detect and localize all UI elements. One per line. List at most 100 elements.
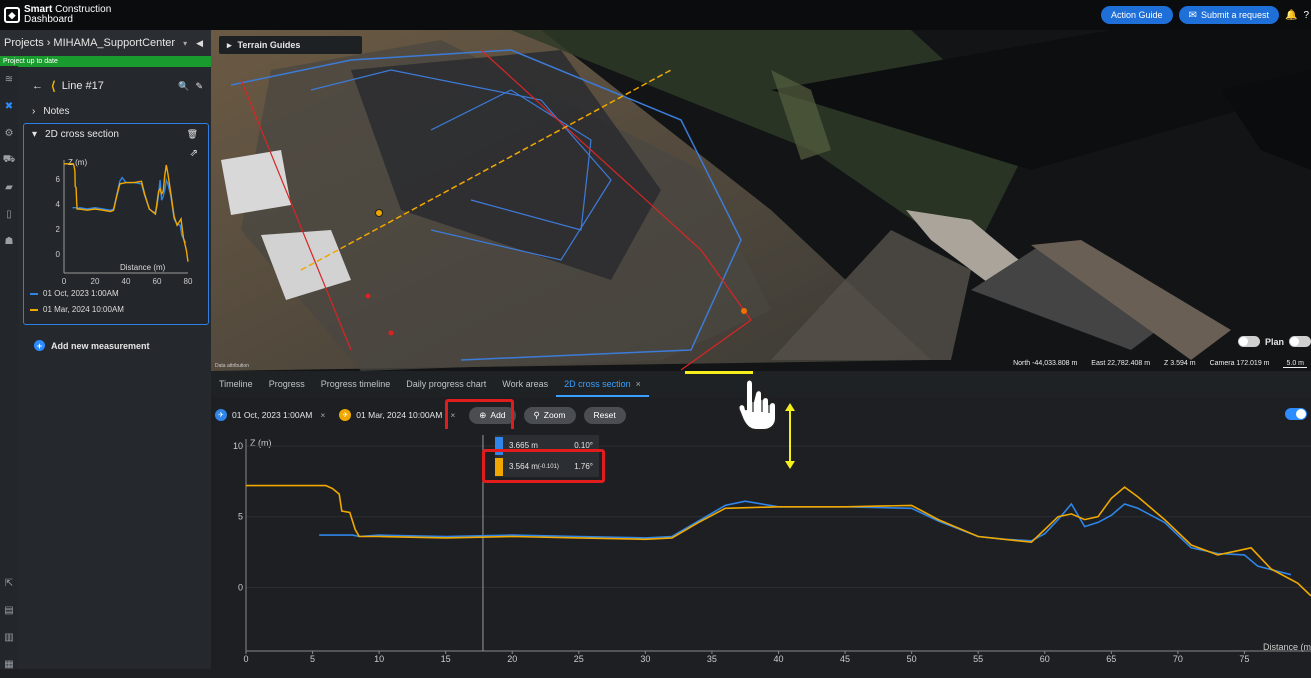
report-icon[interactable]: ▤ <box>0 597 18 624</box>
x-tick-label: 5 <box>310 654 315 664</box>
x-tick-label: 50 <box>907 654 917 664</box>
tab-2d-cross-section[interactable]: 2D cross section × <box>556 371 649 397</box>
x-tick-label: 20 <box>507 654 517 664</box>
chevron-right-icon: ▸ <box>227 39 232 50</box>
export-icon[interactable]: ▥ <box>0 624 18 651</box>
legend-swatch <box>30 308 38 311</box>
series-mar-2024-line <box>246 484 1311 597</box>
mini-series-mar-2024-line <box>64 163 189 262</box>
x-tick-label: 65 <box>1106 654 1116 664</box>
app-logo[interactable]: ◆ Smart Construction Dashboard <box>4 5 111 25</box>
y-tick-label: 5 <box>238 512 243 522</box>
submit-request-button[interactable]: ✉ Submit a request <box>1178 6 1279 24</box>
mini-cross-section-chart: Z (m) Distance (m) 6420 0 20 40 60 80 <box>56 158 193 286</box>
x-tick-label: 40 <box>773 654 783 664</box>
trash-icon[interactable]: 🗑 <box>187 129 198 140</box>
terrain-guides-button[interactable]: ▸ Terrain Guides <box>219 36 362 54</box>
left-icon-rail: ≋ ✖ ⚙ ⛟ ▰ ▯ ☗ ⇱ ▤ ▥ ▦ <box>0 66 18 670</box>
machine-icon[interactable]: ⛟ <box>0 147 18 174</box>
x-tick-label: 75 <box>1239 654 1249 664</box>
project-name[interactable]: MIHAMA_SupportCenter <box>53 37 175 49</box>
cross-section-chart[interactable]: Z (m) Distance (m 10 5 0 0 5 10 15 20 25 30 35 40 4… <box>211 429 1311 669</box>
hand-cursor-icon <box>737 378 777 431</box>
collapse-panel-icon[interactable]: ◀ <box>196 38 203 49</box>
breadcrumb-separator: › <box>46 37 51 49</box>
line-tool-icon: ⟨ <box>51 79 56 93</box>
plan-label: Plan <box>1264 336 1284 347</box>
device-icon[interactable]: ▯ <box>0 201 18 228</box>
logo-icon: ◆ <box>4 7 20 23</box>
mini-x-tick-label: 80 <box>184 277 193 286</box>
cross-section-plot: Z (m) Distance (m 1050 0 5 10 15 20 25 30 35 40 4… <box>233 435 1311 664</box>
tab-progress-timeline[interactable]: Progress timeline <box>313 371 399 397</box>
tab-work-areas[interactable]: Work areas <box>494 371 556 397</box>
data-attribution-link[interactable]: Data attribution <box>215 363 249 369</box>
search-icon[interactable]: 🔍 <box>178 81 189 92</box>
layers-icon[interactable]: ≋ <box>0 66 18 93</box>
y-tick-label: 10 <box>233 441 243 451</box>
mini-y-tick-label: 4 <box>56 200 61 209</box>
x-tick-label: 55 <box>973 654 983 664</box>
zoom-button[interactable]: ⚲ Zoom <box>523 406 576 424</box>
mini-y-tick-label: 0 <box>56 250 61 259</box>
camera-height: Camera 172.019 m <box>1209 360 1270 367</box>
plan-toggle[interactable] <box>1237 336 1260 347</box>
document-icon[interactable]: ▦ <box>0 651 18 678</box>
x-tick-label: 10 <box>374 654 384 664</box>
mini-x-tick-label: 40 <box>122 277 131 286</box>
bell-icon[interactable]: 🔔 <box>1285 10 1297 21</box>
app-title: Smart Construction Dashboard <box>24 4 112 25</box>
scale-bar: 5.0 m <box>1283 360 1307 368</box>
mini-x-tick-label: 20 <box>91 277 100 286</box>
settings-icon[interactable]: ⚙ <box>0 120 18 147</box>
plus-icon: + <box>34 340 45 351</box>
chevron-down-icon[interactable]: ▾ <box>183 39 187 48</box>
highlight-tooltip-row <box>482 449 605 483</box>
y-tick-label: 0 <box>238 582 243 592</box>
secondary-toggle[interactable] <box>1289 336 1311 347</box>
back-arrow-icon[interactable]: ← <box>32 80 43 92</box>
x-tick-label: 30 <box>640 654 650 664</box>
tab-daily-progress-chart[interactable]: Daily progress chart <box>398 371 494 397</box>
notes-section[interactable]: › Notes <box>18 101 211 121</box>
chart-toggle[interactable] <box>1285 408 1307 420</box>
edit-pencil-icon[interactable]: ✎ <box>195 81 203 92</box>
3d-point-cloud-viewport[interactable]: ▸ Terrain Guides Plan North -44,033.808 … <box>211 30 1311 371</box>
dataset-chip-oct-2023[interactable]: ✈ 01 Oct, 2023 1:00AM × <box>215 409 325 421</box>
folder-icon[interactable]: ▰ <box>0 174 18 201</box>
project-selector[interactable]: Projects › MIHAMA_SupportCenter ▾ ◀ <box>0 30 211 56</box>
vertical-resize-arrow-icon <box>785 403 795 469</box>
action-guide-button[interactable]: Action Guide <box>1101 6 1173 24</box>
add-new-measurement-button[interactable]: + Add new measurement <box>34 340 150 351</box>
view-toggles: Plan <box>1237 336 1311 347</box>
terrain-scene <box>211 30 1311 371</box>
cross-section-card[interactable]: ▾ 2D cross section 🗑 ⇗ Z (m) Distance (m… <box>23 123 209 325</box>
measure-tools-icon[interactable]: ✖ <box>0 93 18 120</box>
reset-button[interactable]: Reset <box>583 406 626 424</box>
drone-icon: ✈ <box>215 409 227 421</box>
dataset-chip-mar-2024[interactable]: ✈ 01 Mar, 2024 10:00AM × <box>339 409 455 421</box>
projects-breadcrumb[interactable]: Projects <box>4 37 44 49</box>
external-link-icon[interactable]: ⇱ <box>0 570 18 597</box>
team-icon[interactable]: ☗ <box>0 228 18 255</box>
x-tick-label: 0 <box>243 654 248 664</box>
chevron-right-icon: › <box>32 105 36 117</box>
tab-progress[interactable]: Progress <box>261 371 313 397</box>
cross-section-header[interactable]: ▾ 2D cross section 🗑 <box>24 124 208 144</box>
mini-x-tick-label: 0 <box>62 277 67 286</box>
x-tick-label: 35 <box>707 654 717 664</box>
help-icon[interactable]: ? <box>1303 10 1309 21</box>
search-icon: ⚲ <box>533 409 540 420</box>
coordinate-readout: North -44,033.808 m East 22,782.408 m Z … <box>1013 360 1311 368</box>
highlight-add-button <box>445 399 514 433</box>
cross-section-title: 2D cross section <box>45 128 119 140</box>
drone-icon: ✈ <box>339 409 352 421</box>
remove-chip-icon[interactable]: × <box>320 410 325 420</box>
close-icon[interactable]: × <box>636 379 641 389</box>
east-coordinate: East 22,782.408 m <box>1091 360 1151 367</box>
legend-item-mar-2024: 01 Mar, 2024 10:00AM <box>30 305 124 314</box>
line-header: ← ⟨ Line #17 🔍 ✎ <box>18 75 211 97</box>
mini-y-tick-label: 6 <box>56 175 61 184</box>
mini-y-label: Z (m) <box>68 158 87 167</box>
tab-timeline[interactable]: Timeline <box>211 371 261 397</box>
